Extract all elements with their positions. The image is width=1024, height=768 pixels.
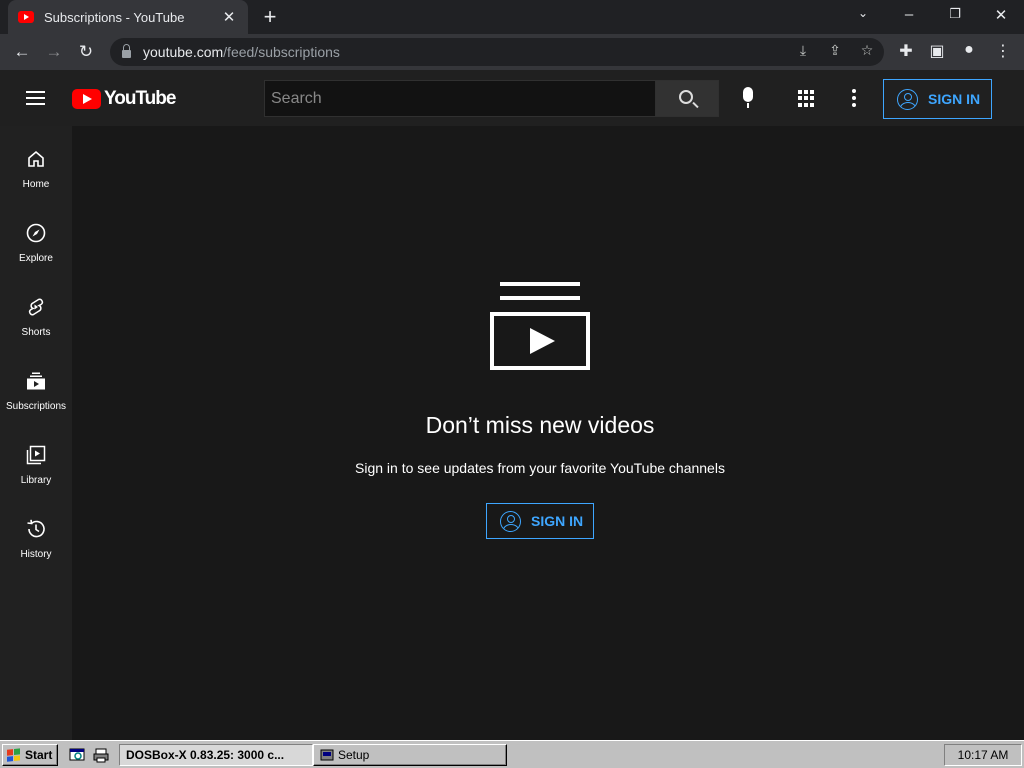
back-icon[interactable]: ←: [11, 41, 33, 63]
start-button[interactable]: Start: [2, 744, 58, 766]
search-input[interactable]: [264, 80, 656, 117]
header-signin-button[interactable]: SIGN IN: [883, 79, 992, 119]
sidebar-item-explore[interactable]: Explore: [0, 200, 72, 274]
extensions-icon[interactable]: ✚: [895, 41, 917, 61]
sidebar-item-shorts[interactable]: Shorts: [0, 274, 72, 348]
home-icon: [28, 150, 44, 167]
sidebar-item-home[interactable]: Home: [0, 126, 72, 200]
account-circle-icon: [500, 510, 521, 532]
window-close-icon[interactable]: ✕: [989, 6, 1013, 24]
browser-tabstrip: Subscriptions - YouTube ✕ + ⌄ – ❐ ✕: [0, 0, 1024, 34]
empty-state-headline: Don’t miss new videos: [425, 412, 655, 438]
search-button[interactable]: [655, 80, 719, 117]
sidebar-item-label: Subscriptions: [5, 401, 67, 412]
signin-button[interactable]: SIGN IN: [486, 503, 594, 539]
sidebar-item-label: Explore: [19, 253, 53, 264]
sidebar-item-label: Library: [20, 475, 52, 486]
signin-label: SIGN IN: [531, 513, 584, 529]
tab-search-chevron-icon[interactable]: ⌄: [851, 6, 875, 20]
sidebar-item-label: Shorts: [21, 327, 51, 338]
start-label: Start: [25, 748, 53, 762]
address-bar[interactable]: youtube.com/feed/subscriptions ⤓ ⇪ ☆: [110, 38, 884, 66]
sidebar-item-label: Home: [22, 179, 50, 190]
taskbar-item-dosbox[interactable]: DOSBox-X 0.83.25: 3000 c...: [119, 744, 313, 766]
share-icon[interactable]: ⇪: [826, 42, 844, 59]
search-icon: [679, 90, 693, 104]
logo-text: YouTube: [104, 88, 176, 109]
sidebar-item-history[interactable]: History: [0, 496, 72, 570]
voice-search-icon[interactable]: [730, 80, 766, 116]
subscriptions-page: Don’t miss new videos Sign in to see upd…: [72, 126, 1024, 740]
mini-guide-sidebar: Home Explore Shorts Subscriptions Librar…: [0, 126, 72, 740]
url-domain: youtube.com: [143, 44, 224, 60]
browser-toolbar: ← → ↻ youtube.com/feed/subscriptions ⤓ ⇪…: [0, 34, 1024, 70]
compass-icon: [26, 223, 46, 243]
bookmark-star-icon[interactable]: ☆: [858, 42, 876, 59]
windows-logo-icon: [7, 748, 21, 762]
profile-icon[interactable]: ●: [958, 41, 980, 59]
reload-icon[interactable]: ↻: [75, 41, 97, 63]
account-circle-icon: [897, 88, 918, 110]
taskbar-item-label: DOSBox-X 0.83.25: 3000 c...: [126, 748, 285, 762]
guide-menu-icon[interactable]: [26, 91, 45, 105]
forward-icon[interactable]: →: [43, 41, 65, 63]
youtube-logo[interactable]: YouTube: [72, 88, 176, 110]
sidebar-item-label: History: [20, 549, 52, 560]
browser-tab[interactable]: Subscriptions - YouTube ✕: [8, 0, 248, 34]
youtube-play-logo-icon: [72, 89, 101, 109]
apps-grid-icon[interactable]: [798, 90, 815, 107]
header-signin-label: SIGN IN: [928, 91, 981, 107]
history-icon: [27, 519, 45, 538]
taskbar: Start DOSBox-X 0.83.25: 3000 c... Setup …: [0, 740, 1024, 768]
tab-title: Subscriptions - YouTube: [44, 9, 185, 25]
printer-quicklaunch-icon[interactable]: [93, 747, 109, 763]
install-icon[interactable]: ⤓: [794, 42, 812, 59]
lock-icon[interactable]: [122, 43, 131, 58]
library-icon: [26, 445, 46, 465]
explorer-quicklaunch-icon[interactable]: [69, 747, 85, 763]
subscriptions-icon: [27, 372, 45, 390]
youtube-header: YouTube SIGN IN: [0, 70, 1024, 126]
subscriptions-empty-icon: [490, 282, 590, 370]
taskbar-item-setup[interactable]: Setup: [313, 744, 507, 766]
settings-menu-icon[interactable]: [852, 89, 856, 110]
sidebar-item-library[interactable]: Library: [0, 422, 72, 496]
side-panel-icon[interactable]: ▣: [926, 41, 948, 61]
taskbar-item-label: Setup: [338, 748, 370, 762]
minimize-icon[interactable]: –: [897, 6, 921, 23]
empty-state-description: Sign in to see updates from your favorit…: [355, 460, 725, 476]
setup-icon: [320, 749, 334, 761]
url-text: youtube.com/feed/subscriptions: [143, 44, 340, 60]
tab-close-icon[interactable]: ✕: [220, 8, 238, 26]
sidebar-item-subscriptions[interactable]: Subscriptions: [0, 348, 72, 422]
restore-icon[interactable]: ❐: [943, 6, 967, 22]
new-tab-icon[interactable]: +: [258, 4, 282, 30]
youtube-favicon-icon: [18, 11, 34, 23]
url-path: /feed/subscriptions: [223, 44, 340, 60]
shorts-icon: [28, 298, 44, 316]
system-tray-clock[interactable]: 10:17 AM: [944, 744, 1022, 766]
browser-menu-icon[interactable]: ⋮: [992, 41, 1014, 61]
